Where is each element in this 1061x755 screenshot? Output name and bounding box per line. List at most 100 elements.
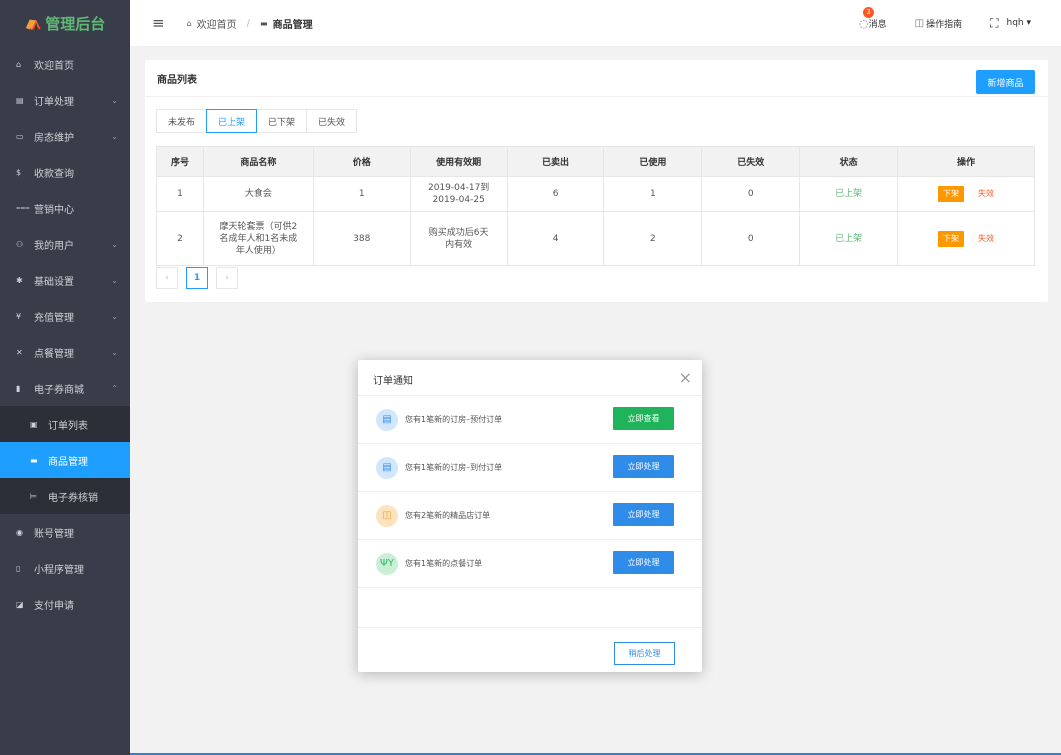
take-down-button[interactable]: 下架	[938, 186, 965, 202]
home-icon: ⌂	[186, 18, 192, 28]
sidebar-item[interactable]: ▣ 订单列表	[0, 406, 130, 442]
dialog-title: 订单通知	[358, 360, 702, 396]
topbar: ≡ ⌂ 欢迎首页 / ▬ 商品管理 ◌ 3 消息 ◫ 操作指南 ⛶ hqh ▾	[130, 0, 1061, 46]
book-icon: ◫	[914, 17, 925, 29]
dialog-footer: 稍后处理	[358, 627, 702, 672]
cell-expired: 0	[701, 211, 801, 266]
fork-icon: ΨΥ	[376, 552, 398, 575]
cell-validity: 购买成功后6天内有效	[409, 211, 508, 266]
status-tabs: 未发布 已上架 已下架 已失效	[156, 109, 358, 133]
hamburger-icon[interactable]: ≡	[152, 14, 165, 32]
close-icon[interactable]: ×	[679, 368, 692, 387]
logo-text: 管理后台	[45, 14, 106, 33]
bed-icon: ▤	[376, 456, 398, 479]
sidebar-item[interactable]: ⩶ 营销中心	[0, 190, 130, 226]
breadcrumb-home[interactable]: 欢迎首页	[197, 16, 237, 31]
column-header: 商品名称	[202, 146, 314, 177]
table-row: 2 摩天轮套票（可供2名成年人和1名未成年人使用） 388 购买成功后6天内有效 4 2 0…	[156, 211, 1035, 266]
take-down-button[interactable]: 下架	[938, 230, 965, 247]
notice-text: 您有1笔新的订房–到付订单	[405, 463, 503, 472]
sidebar-item[interactable]: ⚇ 我的用户 ⌄	[0, 226, 130, 262]
sidebar-item[interactable]: ¥ 充值管理 ⌄	[0, 298, 130, 334]
column-header: 序号	[156, 146, 204, 177]
notice-action-button[interactable]: 立即处理	[613, 551, 674, 574]
tab-2[interactable]: 已下架	[256, 109, 308, 133]
sidebar-item[interactable]: ✱ 基础设置 ⌄	[0, 262, 130, 298]
bookmark-icon: ▮	[16, 383, 21, 393]
next-page-button[interactable]: ›	[216, 267, 238, 289]
sidebar-item-label: 小程序管理	[34, 564, 84, 576]
tab-1[interactable]: 已上架	[206, 109, 258, 133]
guide-label: 操作指南	[926, 19, 963, 30]
column-header: 已使用	[603, 146, 703, 177]
sidebar-item-label: 欢迎首页	[34, 60, 74, 72]
sidebar-item[interactable]: ▭ 房态维护 ⌄	[0, 118, 130, 154]
sidebar-item-label: 支付申请	[34, 600, 74, 612]
sidebar-item[interactable]: ▬ 商品管理	[0, 442, 130, 478]
prev-page-button[interactable]: ‹	[156, 267, 178, 289]
logo[interactable]: ⛺ 管理后台	[0, 0, 130, 46]
later-button[interactable]: 稍后处理	[614, 642, 675, 665]
notice-action-button[interactable]: 立即查看	[613, 407, 674, 430]
yen-icon: ¥	[16, 311, 22, 321]
user-menu[interactable]: hqh ▾	[1007, 18, 1032, 28]
product-table: 序号 商品名称 价格 使用有效期 已卖出 已使用 已失效 状态 操作 1 大食会 1 2019-04-…	[156, 146, 1035, 266]
messages-button[interactable]: ◌ 3 消息	[859, 6, 887, 30]
fullscreen-button[interactable]: ⛶	[990, 16, 998, 31]
sidebar-item[interactable]: ◪ 支付申请	[0, 586, 130, 622]
box-icon: ▬	[30, 455, 38, 465]
invalidate-link[interactable]: 失效	[978, 234, 994, 243]
phone-icon: ▯	[16, 563, 21, 573]
add-product-button[interactable]: 新增商品	[976, 70, 1035, 94]
sidebar-item-label: 基础设置	[34, 276, 74, 288]
users-icon: ⚇	[16, 239, 24, 249]
invalidate-link[interactable]: 失效	[978, 189, 994, 198]
notice-action-button[interactable]: 立即处理	[613, 455, 674, 478]
message-badge: 3	[863, 6, 874, 18]
sidebar-item-label: 订单处理	[34, 96, 74, 108]
sidebar-item[interactable]: ▯ 小程序管理	[0, 550, 130, 586]
column-header: 使用有效期	[409, 146, 508, 177]
cell-sold: 6	[506, 176, 605, 212]
chevron-down-icon: ⌄	[111, 311, 118, 321]
sidebar-item[interactable]: ◉ 账号管理	[0, 514, 130, 550]
chevron-down-icon: ⌄	[111, 95, 118, 105]
page-button-1[interactable]: 1	[186, 267, 208, 289]
list-icon: ▣	[30, 419, 38, 429]
sidebar-item-label: 收款查询	[34, 168, 74, 180]
notice-action-button[interactable]: 立即处理	[613, 503, 674, 526]
cell-sold: 4	[506, 211, 605, 266]
box-icon: ▬	[260, 18, 268, 28]
tab-0[interactable]: 未发布	[156, 109, 208, 133]
utensils-icon: ✕	[16, 347, 23, 357]
notice-item: ◫ 您有2笔新的精品店订单 立即处理	[358, 492, 702, 540]
cell-status: 已上架	[799, 176, 899, 212]
chevron-down-icon: ⌄	[111, 275, 118, 285]
sidebar-item[interactable]: ▤ 订单处理 ⌄	[0, 82, 130, 118]
cell-used: 1	[603, 176, 703, 212]
sidebar-item[interactable]: ⌂ 欢迎首页	[0, 46, 130, 82]
messages-label: 消息	[868, 19, 887, 30]
fullscreen-icon: ⛶	[990, 15, 999, 30]
sidebar-item-label: 我的用户	[34, 240, 74, 252]
logo-icon: ⛺	[24, 15, 43, 31]
sidebar-item[interactable]: ⊨ 电子券核销	[0, 478, 130, 514]
column-header: 价格	[312, 146, 411, 177]
filter-icon: ⩶	[16, 203, 30, 212]
breadcrumb-separator: /	[246, 17, 251, 29]
sidebar-item[interactable]: $ 收款查询	[0, 154, 130, 190]
cell-name: 大食会	[202, 176, 314, 212]
guide-button[interactable]: ◫ 操作指南	[915, 17, 962, 30]
user-name: hqh ▾	[1006, 18, 1032, 28]
sidebar-item[interactable]: ▮ 电子券商城 ⌃	[0, 370, 130, 406]
sidebar-item[interactable]: ✕ 点餐管理 ⌄	[0, 334, 130, 370]
dollar-icon: $	[16, 167, 22, 177]
chevron-up-icon: ⌃	[111, 383, 118, 393]
sidebar: ⛺ 管理后台 ⌂ 欢迎首页 ▤ 订单处理 ⌄ ▭ 房态维护 ⌄ $ 收款查询 ⩶ 营销中心 ⚇ 我的用户 ⌄…	[0, 0, 130, 755]
sidebar-item-label: 点餐管理	[34, 348, 74, 360]
tab-3[interactable]: 已失效	[306, 109, 358, 133]
cell-validity: 2019-04-17到2019-04-25	[409, 176, 508, 212]
gear-icon: ✱	[16, 275, 23, 285]
card-title: 商品列表	[145, 60, 1048, 97]
home-icon: ⌂	[16, 59, 22, 69]
